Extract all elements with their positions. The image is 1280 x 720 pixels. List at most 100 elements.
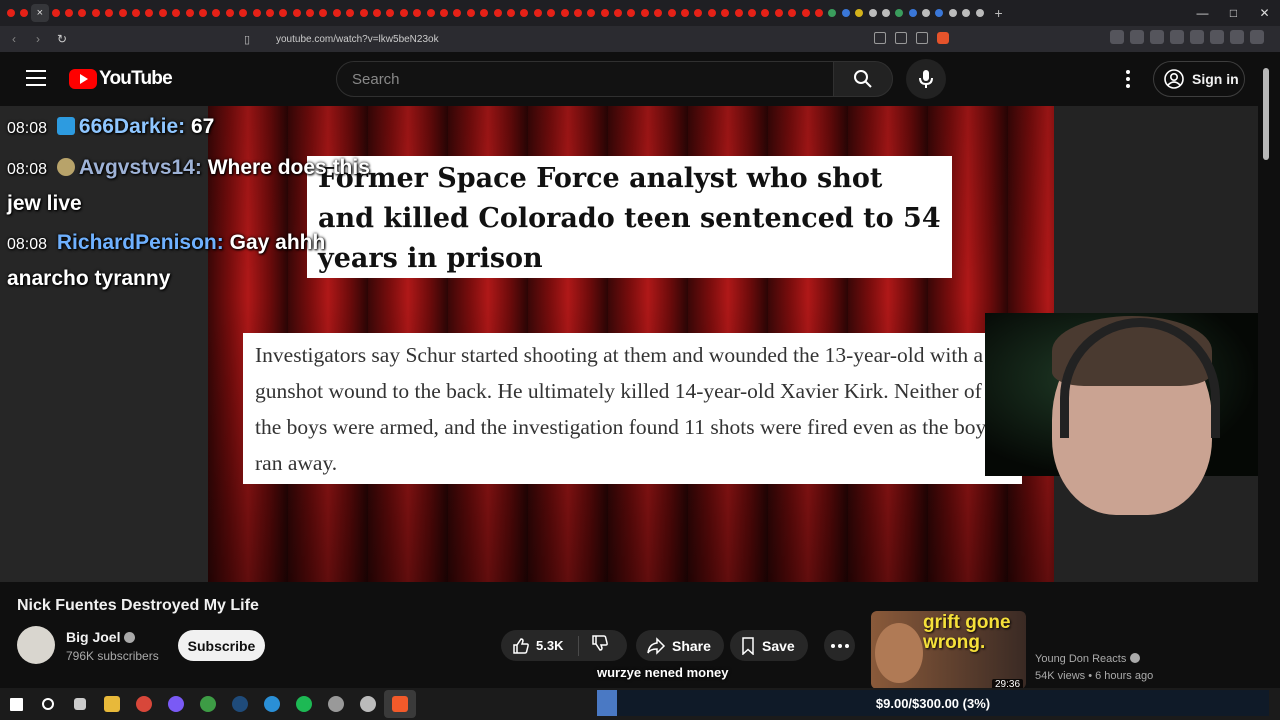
browser-tab[interactable]: [277, 4, 290, 22]
channel-name-row[interactable]: Big Joel: [66, 629, 136, 645]
scrollbar-thumb[interactable]: [1263, 68, 1269, 160]
browser-tab[interactable]: [196, 4, 209, 22]
browser-tab[interactable]: [130, 4, 143, 22]
browser-tab[interactable]: [357, 4, 370, 22]
browser-tab[interactable]: [464, 4, 477, 22]
bookmark-icon[interactable]: ▯: [244, 33, 258, 46]
browser-tab[interactable]: [116, 4, 129, 22]
address-bar[interactable]: ▯ youtube.com/watch?v=lkw5beN23ok: [244, 29, 984, 49]
reload-icon[interactable]: ↻: [52, 29, 72, 49]
recommended-channel[interactable]: Young Don Reacts: [1035, 653, 1126, 665]
browser-tab[interactable]: [933, 4, 946, 22]
browser-tab[interactable]: [853, 4, 866, 22]
close-window-icon[interactable]: ✕: [1249, 0, 1280, 26]
browser-tab[interactable]: [317, 4, 330, 22]
browser-tab[interactable]: [705, 4, 718, 22]
browser-tab[interactable]: [679, 4, 692, 22]
media-icon[interactable]: [1150, 30, 1164, 44]
vpn-icon[interactable]: [1230, 30, 1244, 44]
browser-tab[interactable]: [504, 4, 517, 22]
browser-tab[interactable]: [103, 4, 116, 22]
browser-tab[interactable]: [49, 4, 62, 22]
browser-tab[interactable]: [424, 4, 437, 22]
sign-in-button[interactable]: Sign in: [1153, 61, 1245, 97]
browser-tab[interactable]: [585, 4, 598, 22]
browser-tab[interactable]: [960, 4, 973, 22]
browser-tab[interactable]: [866, 4, 879, 22]
app-icon[interactable]: [352, 690, 384, 718]
maximize-icon[interactable]: □: [1218, 0, 1249, 26]
browser-tab[interactable]: [89, 4, 102, 22]
youtube-logo[interactable]: YouTube: [69, 68, 173, 90]
channel-avatar[interactable]: [17, 626, 55, 664]
browser-tab[interactable]: [263, 4, 276, 22]
browser-tab[interactable]: [571, 4, 584, 22]
browser-tab[interactable]: [411, 4, 424, 22]
browser-tab[interactable]: [598, 4, 611, 22]
browser-tab[interactable]: [250, 4, 263, 22]
browser-tab[interactable]: [786, 4, 799, 22]
browser-tab[interactable]: [638, 4, 651, 22]
browser-tab[interactable]: [826, 4, 839, 22]
browser-tab[interactable]: [384, 4, 397, 22]
browser-tab[interactable]: [223, 4, 236, 22]
file-explorer-icon[interactable]: [96, 690, 128, 718]
browser-tab[interactable]: [183, 4, 196, 22]
browser-tab[interactable]: [63, 4, 76, 22]
browser-tab[interactable]: [665, 4, 678, 22]
browser-tab[interactable]: [893, 4, 906, 22]
extensions-icon[interactable]: [1210, 30, 1224, 44]
share-page-icon[interactable]: [916, 32, 928, 44]
search-button[interactable]: [833, 61, 893, 97]
extension-icon[interactable]: [1110, 30, 1124, 44]
browser-tab[interactable]: [491, 4, 504, 22]
brave-shield-icon[interactable]: [937, 32, 949, 44]
browser-tab[interactable]: [920, 4, 933, 22]
browser-tab[interactable]: [290, 4, 303, 22]
sidebar-icon[interactable]: [1170, 30, 1184, 44]
browser-menu-icon[interactable]: [1250, 30, 1264, 44]
wallet-icon[interactable]: [1190, 30, 1204, 44]
browser-tab[interactable]: [973, 4, 986, 22]
browser-tab[interactable]: [839, 4, 852, 22]
browser-tab[interactable]: [4, 4, 17, 22]
page-scrollbar[interactable]: [1258, 52, 1280, 688]
share-button[interactable]: Share: [636, 630, 724, 661]
browser-tab[interactable]: [397, 4, 410, 22]
chrome-icon[interactable]: [192, 690, 224, 718]
browser-tab[interactable]: [143, 4, 156, 22]
browser-tab[interactable]: [692, 4, 705, 22]
browser-tab[interactable]: [625, 4, 638, 22]
subscribe-button[interactable]: Subscribe: [178, 630, 265, 661]
zoom-icon[interactable]: [895, 32, 907, 44]
browser-tab[interactable]: [906, 4, 919, 22]
app-icon[interactable]: [160, 690, 192, 718]
channel-name[interactable]: Big Joel: [66, 629, 120, 645]
search-icon[interactable]: [32, 690, 64, 718]
like-button[interactable]: 5.3K: [501, 635, 579, 656]
browser-tab[interactable]: [799, 4, 812, 22]
browser-tab[interactable]: [558, 4, 571, 22]
browser-tab[interactable]: [732, 4, 745, 22]
save-button[interactable]: Save: [730, 630, 808, 661]
browser-tab[interactable]: [478, 4, 491, 22]
steam-icon[interactable]: [224, 690, 256, 718]
browser-tab[interactable]: [210, 4, 223, 22]
browser-tab[interactable]: [652, 4, 665, 22]
back-icon[interactable]: ‹: [4, 29, 24, 49]
forward-icon[interactable]: ›: [28, 29, 48, 49]
browser-tab[interactable]: [545, 4, 558, 22]
task-view-icon[interactable]: [64, 690, 96, 718]
browser-tab[interactable]: [531, 4, 544, 22]
search-input[interactable]: [337, 62, 833, 96]
browser-tab[interactable]: [812, 4, 825, 22]
edge-icon[interactable]: [256, 690, 288, 718]
browser-tab[interactable]: [344, 4, 357, 22]
hamburger-menu-icon[interactable]: [26, 70, 46, 86]
settings-menu-icon[interactable]: [1118, 68, 1138, 90]
app-icon[interactable]: [128, 690, 160, 718]
browser-tab[interactable]: [612, 4, 625, 22]
extension-icon[interactable]: [1130, 30, 1144, 44]
browser-tab[interactable]: [330, 4, 343, 22]
voice-search-button[interactable]: [906, 59, 946, 99]
